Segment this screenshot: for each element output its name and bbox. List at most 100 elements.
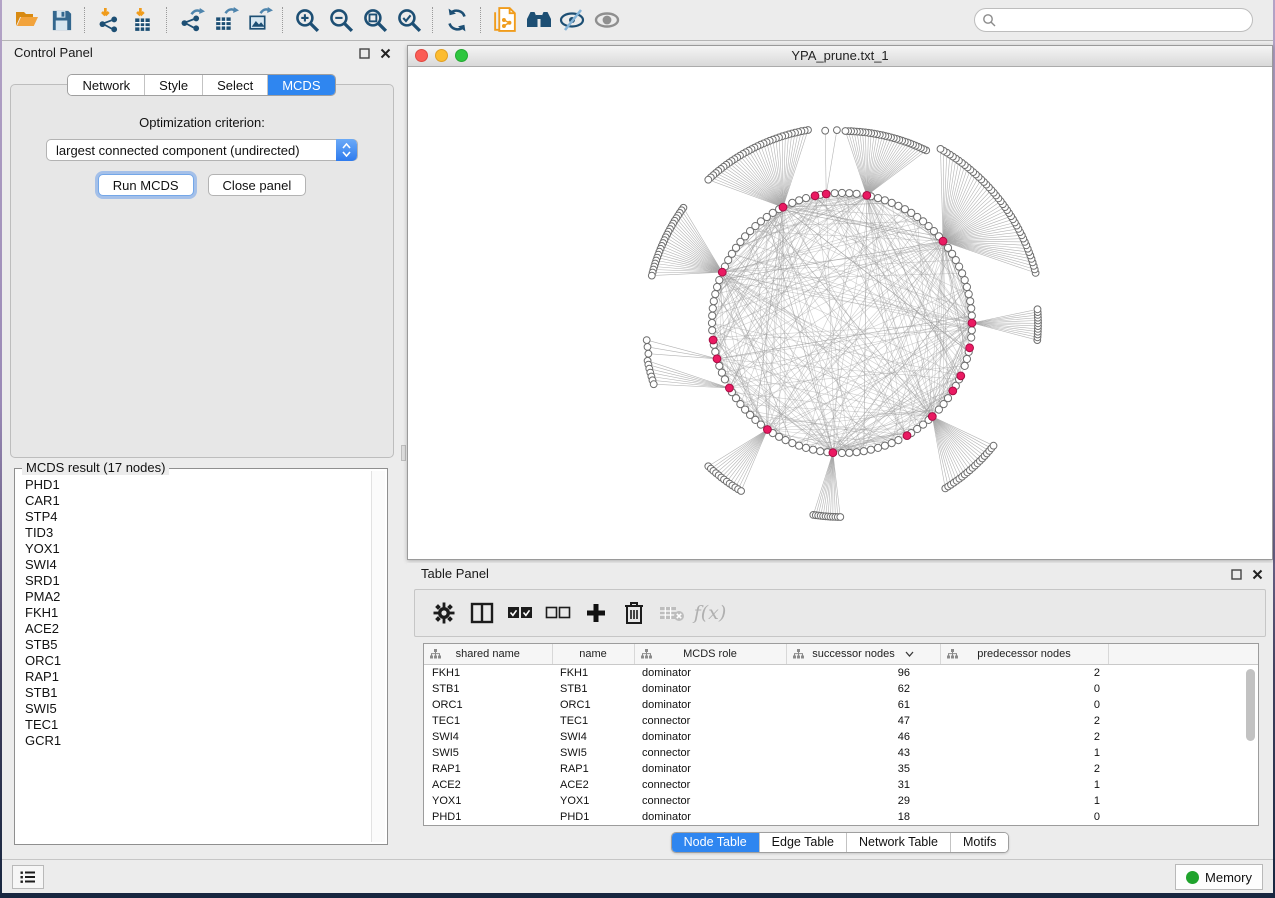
search-field[interactable] <box>974 8 1253 32</box>
close-panel-icon[interactable] <box>380 48 391 59</box>
mcds-result-item[interactable]: TEC1 <box>25 717 385 733</box>
table-row[interactable]: RAP1RAP1dominator352 <box>424 761 1258 777</box>
table-row[interactable]: TEC1TEC1connector472 <box>424 713 1258 729</box>
function-builder-icon[interactable]: f(x) <box>693 596 727 630</box>
table-row[interactable]: YOX1YOX1connector291 <box>424 793 1258 809</box>
network-graph[interactable] <box>408 67 1272 559</box>
mcds-result-item[interactable]: PHD1 <box>25 477 385 493</box>
tab-node-table[interactable]: Node Table <box>672 833 759 852</box>
import-network-icon[interactable] <box>92 5 126 35</box>
control-panel: Control Panel NetworkStyleSelectMCDS Opt… <box>2 41 401 859</box>
zoom-in-icon[interactable] <box>290 5 324 35</box>
attribute-icon <box>430 649 441 659</box>
window-minimize-icon[interactable] <box>435 49 448 62</box>
import-table-icon[interactable] <box>126 5 160 35</box>
mcds-result-item[interactable]: SWI4 <box>25 557 385 573</box>
tab-style[interactable]: Style <box>144 75 202 95</box>
table-row[interactable]: SWI4SWI4dominator462 <box>424 729 1258 745</box>
window-maximize-icon[interactable] <box>455 49 468 62</box>
table-row[interactable]: ORC1ORC1dominator610 <box>424 697 1258 713</box>
share-document-icon[interactable] <box>488 5 522 35</box>
tab-mcds[interactable]: MCDS <box>267 75 334 95</box>
delete-table-icon[interactable] <box>655 596 689 630</box>
select-all-icon[interactable] <box>503 596 537 630</box>
mcds-result-item[interactable]: ACE2 <box>25 621 385 637</box>
hide-selected-icon[interactable] <box>556 5 590 35</box>
open-folder-icon[interactable] <box>10 5 44 35</box>
tab-edge-table[interactable]: Edge Table <box>759 833 846 852</box>
float-panel-icon[interactable] <box>359 48 370 59</box>
table-row[interactable]: ACE2ACE2connector311 <box>424 777 1258 793</box>
table-scrollbar[interactable] <box>1244 666 1256 823</box>
export-table-icon[interactable] <box>208 5 242 35</box>
toolbar-separator <box>282 7 284 33</box>
float-table-panel-icon[interactable] <box>1231 569 1242 580</box>
column-header-filler[interactable] <box>1108 644 1258 664</box>
column-header-name[interactable]: name <box>552 644 634 664</box>
mcds-result-item[interactable]: GCR1 <box>25 733 385 749</box>
mcds-result-item[interactable]: TID3 <box>25 525 385 541</box>
export-image-icon[interactable] <box>242 5 276 35</box>
tab-select[interactable]: Select <box>202 75 267 95</box>
mcds-hub-node <box>863 192 871 200</box>
refresh-layout-icon[interactable] <box>440 5 474 35</box>
mcds-result-item[interactable]: FKH1 <box>25 605 385 621</box>
cell <box>1108 793 1258 809</box>
export-network-icon[interactable] <box>174 5 208 35</box>
mcds-hub-node <box>957 372 965 380</box>
mcds-result-item[interactable]: ORC1 <box>25 653 385 669</box>
tab-motifs[interactable]: Motifs <box>950 833 1008 852</box>
cell: 61 <box>786 697 940 713</box>
deselect-all-icon[interactable] <box>541 596 575 630</box>
mcds-result-item[interactable]: STP4 <box>25 509 385 525</box>
cell <box>1108 729 1258 745</box>
mcds-result-item[interactable]: YOX1 <box>25 541 385 557</box>
zoom-fit-icon[interactable] <box>358 5 392 35</box>
table-row[interactable]: STB1STB1dominator620 <box>424 681 1258 697</box>
task-history-button[interactable] <box>12 865 44 889</box>
column-header-shared-name[interactable]: shared name <box>424 644 552 664</box>
column-header-predecessor-nodes[interactable]: predecessor nodes <box>940 644 1108 664</box>
mcds-result-item[interactable]: CAR1 <box>25 493 385 509</box>
close-panel-button[interactable]: Close panel <box>208 174 307 196</box>
mcds-list-scrollbar[interactable] <box>371 471 385 842</box>
memory-button[interactable]: Memory <box>1175 864 1263 890</box>
search-input[interactable] <box>996 11 1252 29</box>
splitter-grip-icon[interactable] <box>401 445 406 461</box>
zoom-selected-icon[interactable] <box>392 5 426 35</box>
table-row[interactable]: SWI5SWI5connector431 <box>424 745 1258 761</box>
criterion-dropdown[interactable]: largest connected component (undirected) <box>46 139 358 161</box>
window-close-icon[interactable] <box>415 49 428 62</box>
close-table-panel-icon[interactable] <box>1252 569 1263 580</box>
network-window-titlebar[interactable]: YPA_prune.txt_1 <box>408 46 1272 67</box>
table-row[interactable]: FKH1FKH1dominator962 <box>424 664 1258 681</box>
cell: SWI5 <box>424 745 552 761</box>
split-columns-icon[interactable] <box>465 596 499 630</box>
save-icon[interactable] <box>44 5 78 35</box>
tab-network-table[interactable]: Network Table <box>846 833 950 852</box>
mcds-result-item[interactable]: RAP1 <box>25 669 385 685</box>
column-header-MCDS-role[interactable]: MCDS role <box>634 644 786 664</box>
column-header-successor-nodes[interactable]: successor nodes <box>786 644 940 664</box>
cell: SWI4 <box>424 729 552 745</box>
mcds-result-item[interactable]: STB5 <box>25 637 385 653</box>
mcds-hub-node <box>718 268 726 276</box>
tab-network[interactable]: Network <box>68 75 144 95</box>
mcds-result-item[interactable]: STB1 <box>25 685 385 701</box>
table-header-row: shared namenameMCDS rolesuccessor nodesp… <box>424 644 1258 664</box>
add-column-icon[interactable] <box>579 596 613 630</box>
mcds-result-item[interactable]: SWI5 <box>25 701 385 717</box>
network-view[interactable] <box>408 67 1272 559</box>
binoculars-icon[interactable] <box>522 5 556 35</box>
mcds-hub-node <box>764 426 772 434</box>
show-all-icon[interactable] <box>590 5 624 35</box>
table-scrollbar-thumb[interactable] <box>1246 669 1255 741</box>
mcds-result-item[interactable]: SRD1 <box>25 573 385 589</box>
delete-column-icon[interactable] <box>617 596 651 630</box>
gear-icon[interactable] <box>427 596 461 630</box>
run-mcds-button[interactable]: Run MCDS <box>98 174 194 196</box>
mcds-result-item[interactable]: PMA2 <box>25 589 385 605</box>
mcds-result-list[interactable]: PHD1CAR1STP4TID3YOX1SWI4SRD1PMA2FKH1ACE2… <box>17 471 385 842</box>
zoom-out-icon[interactable] <box>324 5 358 35</box>
table-row[interactable]: PHD1PHD1dominator180 <box>424 809 1258 825</box>
